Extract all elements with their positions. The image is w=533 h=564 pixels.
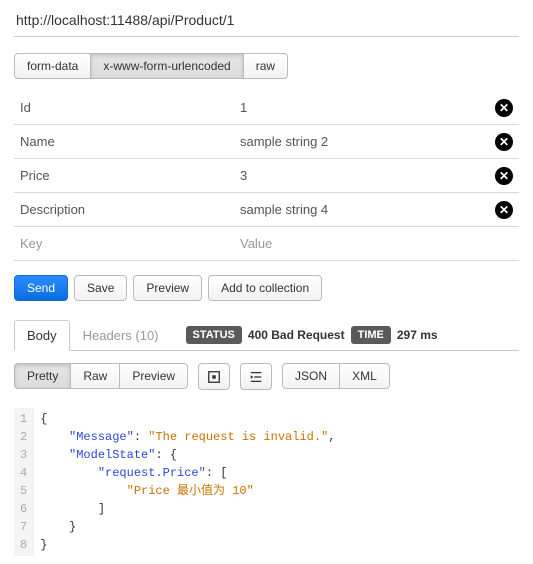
view-raw-button[interactable]: Raw	[70, 363, 120, 389]
param-key-input[interactable]	[14, 91, 234, 124]
save-button[interactable]: Save	[74, 275, 127, 301]
table-row: ✕	[14, 193, 519, 227]
status-value: 400 Bad Request	[248, 328, 345, 342]
table-row-empty	[14, 227, 519, 261]
url-input[interactable]	[14, 8, 519, 37]
param-key-input[interactable]	[14, 125, 234, 158]
param-key-input[interactable]	[14, 159, 234, 192]
format-toggle-button[interactable]	[240, 363, 272, 390]
action-row: Send Save Preview Add to collection	[14, 275, 519, 301]
response-toolbar: Pretty Raw Preview JSON XML	[14, 363, 519, 400]
tab-raw[interactable]: raw	[243, 53, 288, 79]
param-key-input[interactable]	[14, 227, 234, 260]
lang-xml-button[interactable]: XML	[339, 363, 390, 389]
tab-headers[interactable]: Headers (10)	[70, 320, 172, 351]
delete-row-icon[interactable]: ✕	[495, 133, 513, 151]
body-type-tabs: form-data x-www-form-urlencoded raw	[14, 53, 288, 79]
param-value-input[interactable]	[234, 227, 489, 260]
format-icon	[249, 370, 263, 384]
time-value: 297 ms	[397, 328, 438, 342]
param-value-input[interactable]	[234, 91, 489, 124]
param-value-input[interactable]	[234, 159, 489, 192]
send-button[interactable]: Send	[14, 275, 68, 301]
wrap-toggle-button[interactable]	[198, 363, 230, 390]
preview-button[interactable]: Preview	[133, 275, 202, 301]
table-row: ✕	[14, 125, 519, 159]
view-preview-button[interactable]: Preview	[119, 363, 188, 389]
response-body: 12345678 { "Message": "The request is in…	[14, 408, 519, 556]
add-collection-button[interactable]: Add to collection	[208, 275, 322, 301]
param-key-input[interactable]	[14, 193, 234, 226]
param-value-input[interactable]	[234, 193, 489, 226]
tab-urlencoded[interactable]: x-www-form-urlencoded	[90, 53, 243, 79]
params-table: ✕ ✕ ✕ ✕	[14, 91, 519, 261]
param-value-input[interactable]	[234, 125, 489, 158]
status-label: STATUS	[186, 326, 242, 344]
response-tabs-row: Body Headers (10) STATUS 400 Bad Request…	[14, 319, 519, 351]
wrap-icon	[207, 370, 221, 384]
tab-form-data[interactable]: form-data	[14, 53, 91, 79]
delete-row-icon[interactable]: ✕	[495, 99, 513, 117]
view-pretty-button[interactable]: Pretty	[14, 363, 71, 389]
code-content: { "Message": "The request is invalid.", …	[34, 408, 341, 556]
lang-json-button[interactable]: JSON	[282, 363, 340, 389]
tab-body[interactable]: Body	[14, 320, 70, 351]
delete-row-icon[interactable]: ✕	[495, 167, 513, 185]
table-row: ✕	[14, 159, 519, 193]
time-label: TIME	[351, 326, 391, 344]
line-gutter: 12345678	[14, 408, 34, 556]
table-row: ✕	[14, 91, 519, 125]
delete-row-icon[interactable]: ✕	[495, 201, 513, 219]
